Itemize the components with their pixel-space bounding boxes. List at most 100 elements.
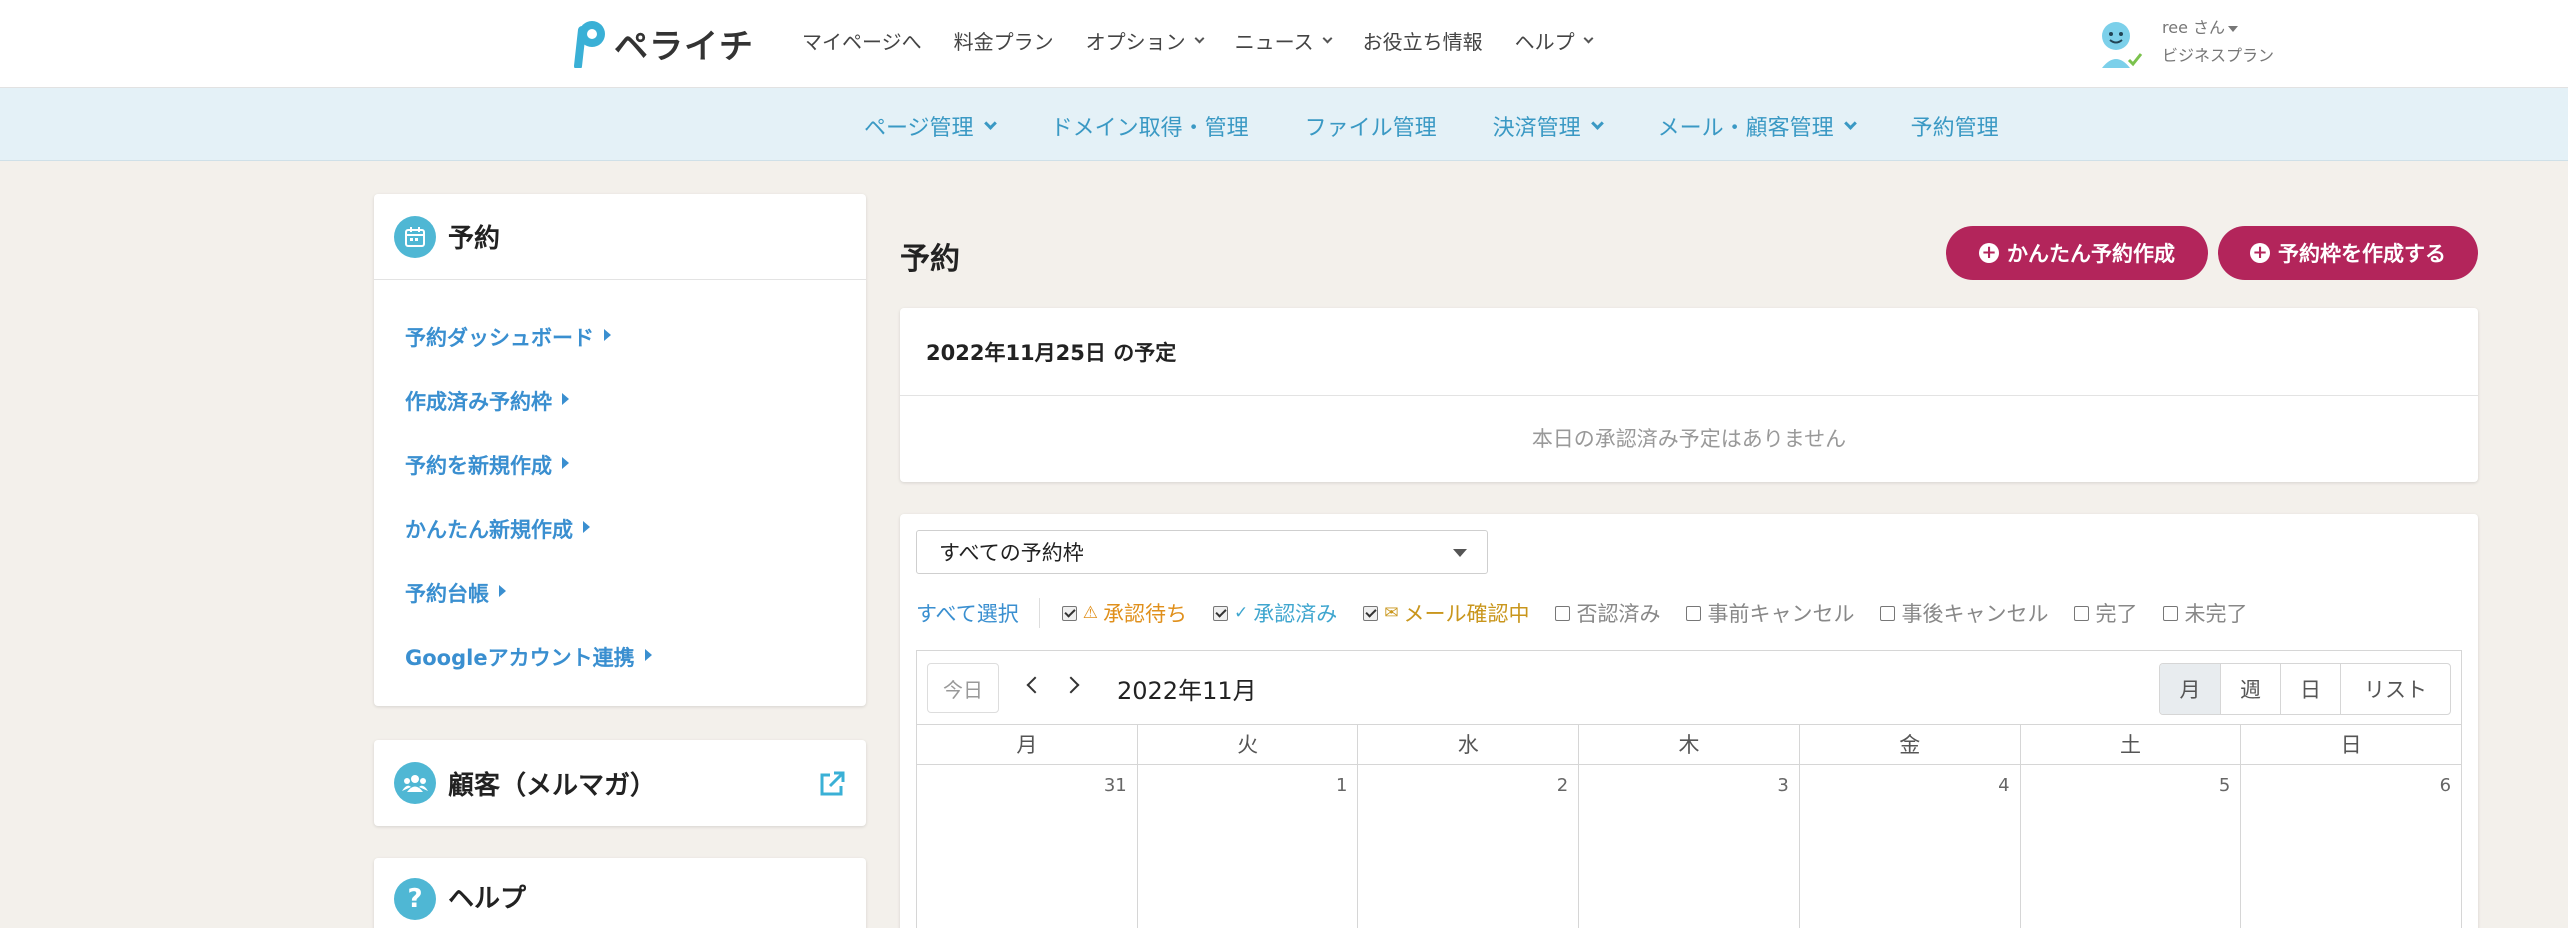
checkbox[interactable]: [2074, 605, 2090, 621]
sidebar-customers-card[interactable]: 顧客（メルマガ）: [374, 740, 866, 826]
external-link-icon[interactable]: [818, 770, 846, 798]
sub-nav-item[interactable]: 予約管理: [1911, 110, 1999, 142]
calendar-day-cell[interactable]: 2: [1357, 765, 1578, 928]
calendar-day-cell[interactable]: 1: [1136, 765, 1358, 928]
sidebar-link[interactable]: 予約台帳: [405, 578, 866, 642]
sidebar-help-card: ? ヘルプ: [374, 858, 866, 928]
chevron-down-icon: [1583, 33, 1594, 44]
caret-right-icon: [644, 649, 652, 661]
sidebar-link[interactable]: 予約ダッシュボード: [405, 322, 866, 386]
top-nav-label: ニュース: [1234, 30, 1314, 54]
sub-nav-item[interactable]: メール・顧客管理: [1658, 110, 1857, 142]
sub-nav-item[interactable]: ドメイン取得・管理: [1051, 110, 1249, 142]
slot-select[interactable]: すべての予約枠: [916, 530, 1488, 574]
top-nav-label: お役立ち情報: [1362, 30, 1483, 54]
top-nav-item[interactable]: ヘルプ: [1515, 26, 1594, 55]
calendar-view-button[interactable]: 日: [2280, 664, 2340, 714]
calendar-day-cell[interactable]: 5: [2019, 765, 2241, 928]
top-nav-item[interactable]: オプション: [1085, 26, 1205, 55]
create-slot-button[interactable]: + 予約枠を作成する: [2218, 226, 2478, 280]
today-button[interactable]: 今日: [927, 663, 999, 713]
status-filter[interactable]: 未完了: [2163, 598, 2247, 628]
caret-down-icon: [2228, 25, 2239, 32]
sub-nav: ページ管理 ドメイン取得・管理 ファイル管理 決済管理 メール・顧客管理 予約管理: [0, 88, 2568, 161]
sidebar-reservation-card: 予約 予約ダッシュボード 作成済み予約枠 予約を新規作成 かんたん新規作成 予約台帳 Go…: [374, 194, 866, 706]
page-title: 予約: [900, 242, 960, 277]
calendar-view-button[interactable]: 月: [2160, 664, 2220, 714]
sub-nav-item[interactable]: 決済管理: [1493, 110, 1604, 142]
sidebar-link[interactable]: 作成済み予約枠: [405, 386, 866, 450]
top-nav-item[interactable]: ニュース: [1234, 26, 1333, 55]
sub-nav-label: ドメイン取得・管理: [1050, 116, 1249, 141]
sidebar-link-label: 作成済み予約枠: [405, 390, 552, 414]
checkbox[interactable]: [1880, 605, 1896, 621]
user-menu[interactable]: ree さん ビジネスプラン: [2092, 14, 2274, 70]
caret-right-icon: [499, 585, 506, 597]
calendar-day-cell[interactable]: 6: [2240, 765, 2461, 928]
sidebar-link-label: Googleアカウント連携: [405, 646, 635, 670]
status-filters: すべて選択 ⚠ 承認待ち ✓ 承認済み ✉ メール確認中 否認済み 事前キャンセル 事後キャンセ…: [916, 598, 2273, 628]
sidebar-link[interactable]: Googleアカウント連携: [405, 642, 866, 706]
sidebar-links: 予約ダッシュボード 作成済み予約枠予約を新規作成 かんたん新規作成 予約台帳 Googl…: [374, 280, 866, 706]
easy-reservation-button[interactable]: + かんたん予約作成: [1946, 226, 2208, 280]
sub-nav-label: 予約管理: [1910, 116, 1999, 141]
checkbox[interactable]: [1555, 605, 1571, 621]
top-nav: マイページへ 料金プラン オプション ニュース お役立ち情報 ヘルプ: [802, 26, 1594, 55]
status-filter[interactable]: 否認済み: [1555, 598, 1660, 628]
sidebar-link[interactable]: 予約を新規作成: [405, 450, 866, 514]
status-icon: ✉: [1384, 603, 1399, 623]
checkbox[interactable]: [1212, 605, 1228, 621]
top-nav-item[interactable]: お役立ち情報: [1363, 26, 1483, 55]
users-icon: [394, 762, 436, 804]
top-nav-item[interactable]: 料金プラン: [954, 26, 1054, 55]
chevron-left-icon[interactable]: [1026, 676, 1044, 694]
slot-select-value: すべての予約枠: [939, 541, 1084, 565]
today-schedule-empty: 本日の承認済み予定はありません: [1531, 427, 1847, 451]
weekday-label: 火: [1136, 725, 1358, 764]
top-header: ペライチ マイページへ 料金プラン オプション ニュース お役立ち情報 ヘルプ ree さ…: [0, 0, 2568, 88]
weekday-label: 木: [1578, 725, 1799, 764]
checkbox[interactable]: [1363, 605, 1379, 621]
sidebar-link[interactable]: かんたん新規作成: [405, 514, 866, 578]
sidebar-link-label: 予約ダッシュボード: [405, 326, 594, 350]
status-filter-label: 承認待ち: [1102, 602, 1187, 626]
select-all-link[interactable]: すべて選択: [916, 598, 1040, 628]
logo[interactable]: ペライチ: [570, 18, 754, 68]
calendar-icon: [394, 215, 436, 258]
calendar-day-cell[interactable]: 4: [1798, 765, 2020, 928]
calendar-week-row: 31 1 2 3 4 5 6: [917, 765, 2461, 928]
caret-right-icon: [604, 329, 611, 341]
status-icon: ⚠: [1082, 603, 1098, 623]
top-nav-label: オプション: [1085, 30, 1186, 54]
status-filter-label: 事前キャンセル: [1707, 602, 1855, 626]
checkbox[interactable]: [1061, 605, 1077, 621]
status-filter[interactable]: 事後キャンセル: [1880, 598, 2048, 628]
weekday-label: 月: [1016, 733, 1038, 757]
today-schedule-header: 2022年11月25日 の予定: [900, 308, 2478, 396]
chevron-right-icon[interactable]: [1062, 676, 1080, 694]
calendar-day-cell[interactable]: 3: [1578, 765, 1799, 928]
chevron-down-icon: [1590, 116, 1604, 130]
today-schedule-card: 2022年11月25日 の予定 本日の承認済み予定はありません: [900, 308, 2478, 482]
status-filter[interactable]: 事前キャンセル: [1686, 598, 1854, 628]
status-filter[interactable]: ✉ メール確認中: [1363, 598, 1529, 628]
calendar-day-cell[interactable]: 31: [917, 765, 1137, 928]
sub-nav-label: ファイル管理: [1304, 116, 1437, 141]
sub-nav-item[interactable]: ページ管理: [864, 110, 997, 142]
chevron-down-icon: [983, 116, 997, 130]
checkbox[interactable]: [1686, 605, 1702, 621]
calendar-view-button[interactable]: リスト: [2340, 664, 2450, 714]
status-filter[interactable]: ✓ 承認済み: [1212, 598, 1337, 628]
status-filter-label: 未完了: [2184, 602, 2248, 626]
status-filter[interactable]: 完了: [2074, 598, 2137, 628]
checkbox[interactable]: [2163, 605, 2179, 621]
caret-right-icon: [562, 457, 569, 469]
status-filter[interactable]: ⚠ 承認待ち: [1061, 598, 1187, 628]
caret-right-icon: [562, 393, 569, 405]
calendar-view-button[interactable]: 週: [2220, 664, 2280, 714]
calendar: 今日 2022年11月 月週日リスト 月火水木金土日 31 1 2 3 4 5 6: [916, 650, 2462, 928]
sub-nav-item[interactable]: ファイル管理: [1305, 110, 1437, 142]
top-nav-label: 料金プラン: [953, 30, 1054, 54]
user-name: ree さん: [2162, 18, 2226, 37]
top-nav-item[interactable]: マイページへ: [802, 26, 922, 55]
